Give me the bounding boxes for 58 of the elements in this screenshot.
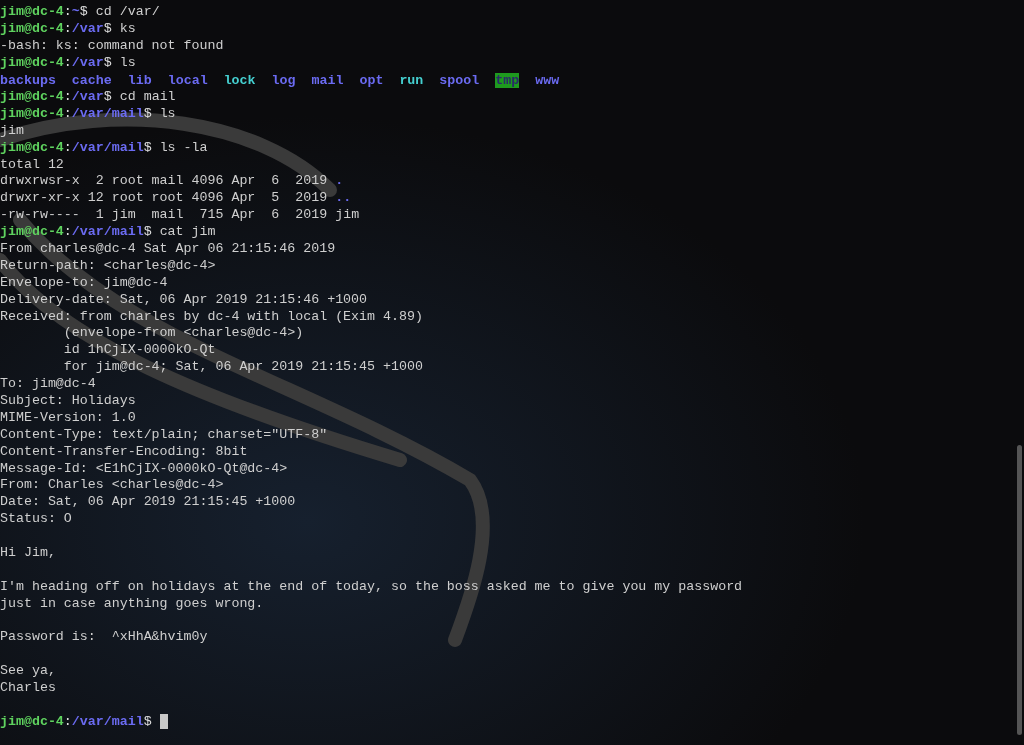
output-text: Hi Jim, [0,544,56,562]
command-text: cd mail [119,87,176,106]
directory-name: opt [359,72,384,88]
output-text: Content-Type: text/plain; charset="UTF-8" [0,425,328,444]
output-text: jim [0,121,24,140]
output-text: Received: from charles by dc-4 with local (Exim 4.89) [0,307,423,326]
command-text: cat jim [159,223,216,242]
output-text: Delivery-date: Sat, 06 Apr 2019 21:15:46 +1000 [0,290,368,309]
command-text: ks [119,20,136,39]
output-text: (envelope-from <charles@dc-4>) [62,324,304,343]
directory-name: run [399,72,424,88]
command-text: ls [119,54,136,73]
file-name: jim [335,206,360,225]
command-text: cd /var/ [95,3,160,22]
prompt: jim@dc-4:/var/mail$ [0,223,152,242]
output-text: From: Charles <charles@dc-4> [0,476,224,495]
directory-name: lib [127,72,152,88]
command-text: ls [159,104,176,123]
output-text: Charles [0,679,56,698]
output-text: Content-Transfer-Encoding: 8bit [0,442,248,461]
directory-name: local [167,72,208,88]
output-text: From charles@dc-4 Sat Apr 06 21:15:46 2019 [0,239,336,258]
prompt: jim@dc-4:/var/mail$ [0,712,152,731]
output-text: Envelope-to: jim@dc-4 [0,273,168,292]
output-text: Status: O [0,510,72,529]
output-text: -bash: ks: command not found [0,37,224,56]
output-text: just in case anything goes wrong. [0,594,264,613]
output-text: Subject: Holidays [0,391,136,410]
output-text: Date: Sat, 06 Apr 2019 21:15:45 +1000 [0,493,296,512]
directory-name: lock [223,72,256,88]
prompt: jim@dc-4:/var/mail$ [0,104,152,123]
file-details: drwxr-xr-x 12 root root 4096 Apr 5 2019 [0,189,328,208]
output-text: I'm heading off on holidays at the end of today, so the boss asked me to give you my password [0,577,743,596]
prompt: jim@dc-4:~$ [0,3,88,22]
output-text: total 12 [0,155,64,174]
output-text: id 1hCjIX-0000kO-Qt [62,341,216,360]
file-name: .. [335,189,352,208]
directory-name: mail [311,72,344,88]
prompt: jim@dc-4:/var$ [0,20,112,39]
directory-name: backups [0,72,56,88]
file-details: drwxrwsr-x 2 root mail 4096 Apr 6 2019 [0,172,328,191]
output-text: To: jim@dc-4 [0,375,96,394]
directory-name: www [535,72,560,88]
prompt: jim@dc-4:/var$ [0,54,112,73]
directory-name: spool [439,72,480,88]
file-name: . [335,172,344,191]
output-text: Message-Id: <E1hCjIX-0000kO-Qt@dc-4> [0,459,288,478]
directory-name: log [271,72,296,88]
output-text: for jim@dc-4; Sat, 06 Apr 2019 21:15:45 +1000 [62,358,423,377]
directory-name: cache [71,72,112,88]
output-text: Password is: ^xHhA&hvim0y [0,628,208,647]
output-text: See ya, [0,662,56,681]
output-text: MIME-Version: 1.0 [0,408,136,427]
file-details: -rw-rw---- 1 jim mail 715 Apr 6 2019 [0,206,328,225]
output-text: Return-path: <charles@dc-4> [0,256,216,275]
prompt: jim@dc-4:/var$ [0,87,112,106]
prompt: jim@dc-4:/var/mail$ [0,138,152,157]
command-text: ls -la [159,138,208,157]
